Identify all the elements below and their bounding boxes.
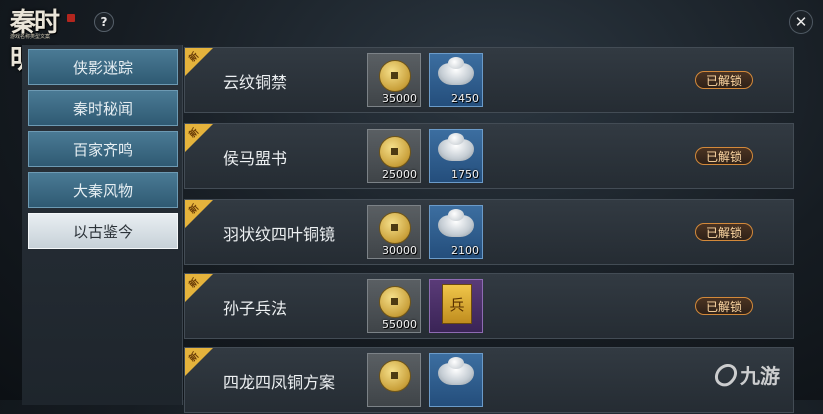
coin-icon [379,212,411,244]
silver-cost-slot[interactable]: 2450 [429,53,483,107]
item-name: 侯马盟书 [223,149,288,168]
list-item[interactable]: 新 四龙四凤铜方案 [184,347,794,413]
category-menu: 侠影迷踪 秦时秘闻 百家齐鸣 大秦风物 以古鉴今 [22,45,183,405]
book-icon: 兵 [442,284,472,324]
silver-cost-slot[interactable]: 1750 [429,129,483,183]
game-logo: 秦时明月 游戏名称类型文案 [6,2,78,75]
coin-cost: 55000 [382,318,417,331]
list-item[interactable]: 新 云纹铜禁 35000 2450 已解锁 [184,47,794,113]
unlock-status-badge: 已解锁 [695,297,753,315]
logo-tagline: 游戏名称类型文案 [10,34,51,40]
new-badge: 新 [185,48,213,76]
silver-ingot-icon [438,357,474,385]
menu-item-qinshi[interactable]: 秦时秘闻 [28,90,178,126]
coin-cost-slot[interactable]: 35000 [367,53,421,107]
item-name: 羽状纹四叶铜镜 [223,225,336,244]
item-name: 孙子兵法 [223,299,288,318]
coin-cost: 30000 [382,244,417,257]
silver-ingot-icon [438,57,474,85]
menu-item-daqin[interactable]: 大秦风物 [28,172,178,208]
unlock-status-badge: 已解锁 [695,71,753,89]
coin-cost: 25000 [382,168,417,181]
coin-cost-slot[interactable]: 55000 [367,279,421,333]
coin-cost-slot[interactable] [367,353,421,407]
list-item[interactable]: 新 孙子兵法 55000 兵 已解锁 [184,273,794,339]
coin-cost: 35000 [382,92,417,105]
coin-cost-slot[interactable]: 25000 [367,129,421,183]
jiuyou-logo-icon [710,358,742,391]
close-button[interactable]: ✕ [789,10,813,34]
silver-cost: 2100 [451,244,479,257]
coin-icon [379,286,411,318]
watermark: 九游 [710,358,780,391]
menu-item-yigu[interactable]: 以古鉴今 [28,213,178,249]
menu-item-baijia[interactable]: 百家齐鸣 [28,131,178,167]
logo-seal-icon [67,14,75,22]
coin-icon [379,60,411,92]
coin-cost-slot[interactable]: 30000 [367,205,421,259]
item-name: 四龙四凤铜方案 [223,373,336,392]
silver-cost: 1750 [451,168,479,181]
book-reward-slot[interactable]: 兵 [429,279,483,333]
new-badge: 新 [185,124,213,152]
item-name: 云纹铜禁 [223,73,288,92]
watermark-text: 九游 [740,364,780,388]
silver-cost-slot[interactable]: 2100 [429,205,483,259]
new-badge: 新 [185,348,213,376]
silver-cost-slot[interactable] [429,353,483,407]
help-button[interactable]: ? [94,12,114,32]
new-badge: 新 [185,274,213,302]
unlock-status-badge: 已解锁 [695,223,753,241]
list-item[interactable]: 新 侯马盟书 25000 1750 已解锁 [184,123,794,189]
silver-ingot-icon [438,133,474,161]
silver-cost: 2450 [451,92,479,105]
coin-icon [379,136,411,168]
silver-ingot-icon [438,209,474,237]
coin-icon [379,360,411,392]
list-item[interactable]: 新 羽状纹四叶铜镜 30000 2100 已解锁 [184,199,794,265]
unlock-status-badge: 已解锁 [695,147,753,165]
new-badge: 新 [185,200,213,228]
menu-item-xiaying[interactable]: 侠影迷踪 [28,49,178,85]
